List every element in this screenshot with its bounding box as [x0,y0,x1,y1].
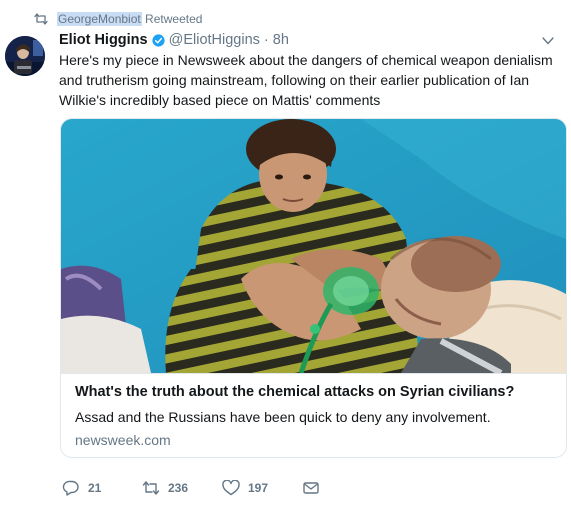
like-button[interactable]: 197 [222,478,268,498]
author-handle[interactable]: @EliotHiggins [169,32,260,48]
author-name[interactable]: Eliot Higgins [59,32,148,48]
retweeted-label: Retweeted [141,12,203,26]
card-domain: newsweek.com [75,432,171,448]
link-card[interactable]: What's the truth about the chemical atta… [60,118,567,458]
retweet-button[interactable]: 236 [142,478,188,498]
card-description: Assad and the Russians have been quick t… [75,409,491,425]
retweet-context: GeorgeMonbiot Retweeted [34,11,202,27]
retweeter-link[interactable]: GeorgeMonbiot [57,12,142,26]
retweet-count: 236 [168,481,189,495]
retweet-icon [34,13,48,25]
tweet-timestamp[interactable]: 8h [273,32,289,48]
card-image [61,119,566,373]
separator-dot: · [263,32,269,48]
author-avatar[interactable] [5,36,45,76]
direct-message-button[interactable] [302,478,320,498]
heart-icon [222,480,240,496]
card-info: What's the truth about the chemical atta… [61,373,566,457]
verified-badge-icon [152,33,165,47]
tweet-text: Here's my piece in Newsweek about the da… [59,52,553,108]
reply-count: 21 [88,481,102,495]
tweet-header: Eliot Higgins @EliotHiggins · 8h [59,30,289,50]
reply-button[interactable]: 21 [62,478,101,498]
card-title: What's the truth about the chemical atta… [75,384,515,400]
reply-icon [62,480,79,496]
retweet-icon [142,481,160,495]
envelope-icon [303,482,319,494]
chevron-down-icon[interactable] [542,36,554,46]
like-count: 197 [248,481,269,495]
